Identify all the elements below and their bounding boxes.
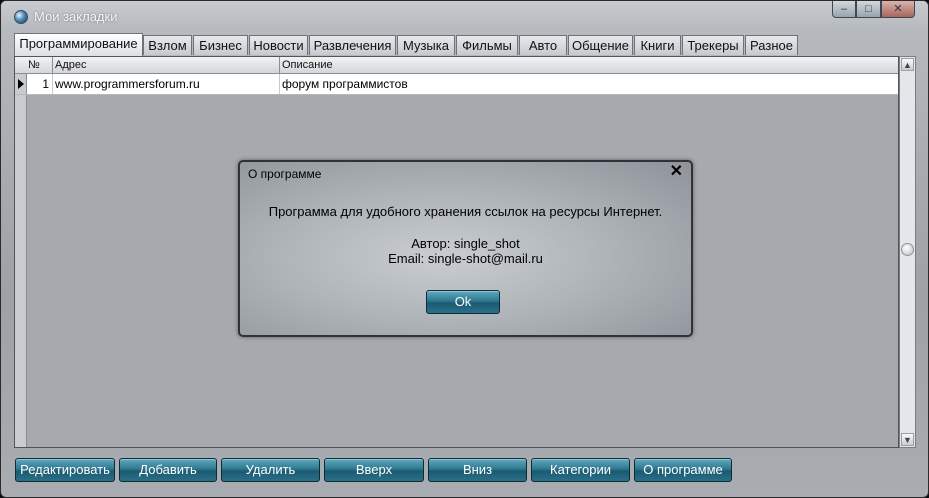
scroll-thumb[interactable] [901, 243, 914, 256]
ok-button[interactable]: Ok [426, 290, 500, 314]
tab-trackers[interactable]: Трекеры [682, 35, 744, 55]
column-header-number[interactable]: № [26, 57, 53, 73]
close-button[interactable]: ✕ [881, 1, 915, 18]
categories-button[interactable]: Категории [531, 458, 630, 482]
close-icon: ✕ [893, 3, 903, 15]
title-bar[interactable]: Мои закладки – □ ✕ [1, 1, 928, 31]
add-button[interactable]: Добавить [119, 458, 217, 482]
scroll-up-icon[interactable]: ▲ [901, 58, 914, 71]
tab-books[interactable]: Книги [634, 35, 681, 55]
dialog-author: Автор: single_shot [411, 236, 520, 251]
tab-entertainment[interactable]: Развлечения [309, 35, 396, 55]
tab-hacking[interactable]: Взлом [143, 35, 192, 55]
tab-misc[interactable]: Разное [745, 35, 798, 55]
maximize-button[interactable]: □ [856, 1, 881, 18]
cell-number[interactable]: 1 [26, 74, 53, 94]
maximize-icon: □ [865, 3, 872, 15]
tab-business[interactable]: Бизнес [193, 35, 248, 55]
minimize-icon: – [840, 3, 848, 15]
move-up-button[interactable]: Вверх [324, 458, 424, 482]
move-down-button[interactable]: Вниз [428, 458, 527, 482]
tab-movies[interactable]: Фильмы [456, 35, 518, 55]
tab-music[interactable]: Музыка [397, 35, 455, 55]
dialog-email: Email: single-shot@mail.ru [388, 251, 543, 266]
dialog-title: О программе [248, 167, 322, 181]
main-window: Мои закладки – □ ✕ Программирование Взло… [0, 0, 929, 498]
edit-button[interactable]: Редактировать [15, 458, 115, 482]
grid-header: № Адрес Описание [15, 57, 898, 74]
column-header-address[interactable]: Адрес [53, 57, 280, 73]
vertical-scrollbar[interactable]: ▲ ▼ [899, 56, 916, 448]
minimize-button[interactable]: – [832, 1, 856, 18]
app-globe-icon [14, 10, 28, 24]
dialog-message: Программа для удобного хранения ссылок н… [268, 204, 663, 219]
column-header-description[interactable]: Описание [280, 57, 898, 73]
table-row[interactable]: 1 www.programmersforum.ru форум программ… [15, 74, 898, 95]
row-pointer-icon [18, 79, 24, 89]
dialog-close-icon[interactable]: ✕ [670, 164, 683, 180]
delete-button[interactable]: Удалить [221, 458, 320, 482]
cell-description[interactable]: форум программистов [280, 74, 898, 94]
about-dialog: О программе ✕ Программа для удобного хра… [238, 160, 693, 337]
tab-communication[interactable]: Общение [568, 35, 633, 55]
about-button[interactable]: О программе [634, 458, 732, 482]
tab-programming[interactable]: Программирование [14, 33, 143, 56]
cell-address[interactable]: www.programmersforum.ru [53, 74, 280, 94]
row-indicator-column [15, 57, 27, 447]
window-title: Мои закладки [34, 9, 118, 24]
tab-auto[interactable]: Авто [519, 35, 567, 55]
tab-news[interactable]: Новости [249, 35, 308, 55]
scroll-down-icon[interactable]: ▼ [901, 433, 914, 446]
